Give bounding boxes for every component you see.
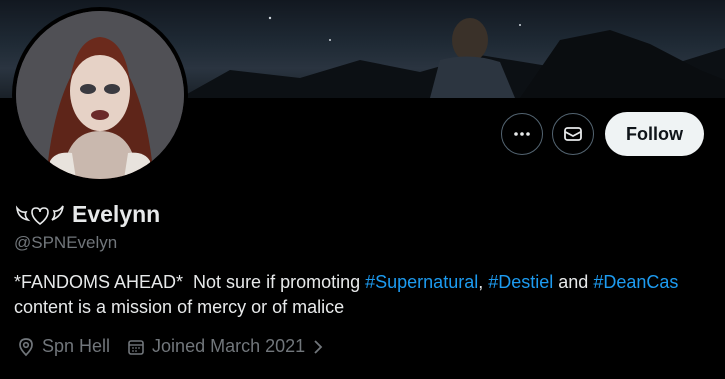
more-button[interactable] [501,113,543,155]
hashtag-deancas[interactable]: #DeanCas [593,272,678,292]
message-button[interactable] [552,113,594,155]
joined-item: Joined March 2021 [126,336,325,357]
name-row: Evelynn [14,201,160,228]
chevron-right-icon[interactable] [311,338,325,356]
hashtag-destiel[interactable]: #Destiel [488,272,553,292]
more-icon [514,132,530,136]
location-text: Spn Hell [42,336,111,356]
profile-meta: Spn Hell Joined March 2021 [16,336,341,357]
avatar[interactable] [16,11,184,179]
bio-text-line2: content is a mission of mercy or of mali… [14,297,345,317]
user-handle: @SPNEvelyn [14,233,118,252]
location-item: Spn Hell [16,336,110,357]
display-name: Evelynn [72,201,161,227]
avatar-border [12,7,188,183]
location-pin-icon [19,337,33,356]
joined-text: Joined March 2021 [152,336,306,356]
hashtag-supernatural[interactable]: #Supernatural [365,272,478,292]
profile-bio: *FANDOMS AHEAD* Not sure if promoting #S… [14,270,714,320]
bio-separator: and [553,272,594,292]
bio-text: *FANDOMS AHEAD* Not sure if promoting [14,272,366,292]
heart-wings-icon [15,204,64,225]
envelope-icon [564,127,582,141]
follow-button[interactable]: Follow [605,112,704,156]
calendar-icon [128,339,144,355]
profile-actions: Follow [501,112,704,156]
bio-separator: , [478,272,489,292]
